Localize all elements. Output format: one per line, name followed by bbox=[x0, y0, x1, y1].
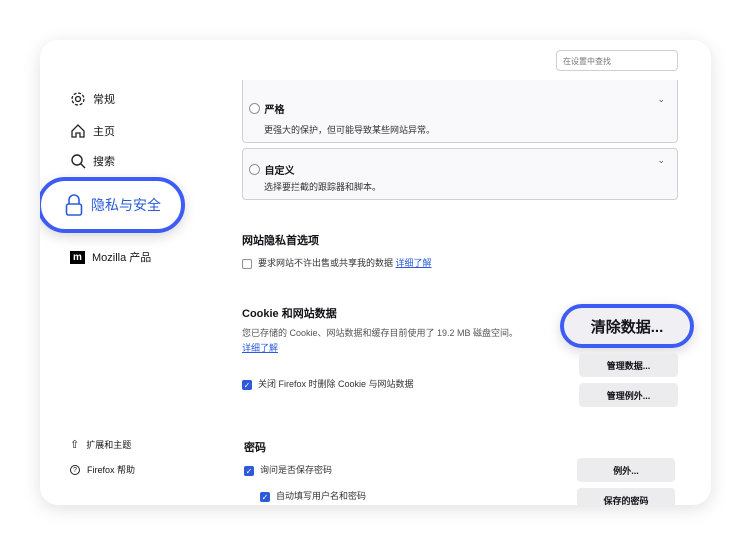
option-desc: 更强大的保护，但可能导致某些网站异常。 bbox=[264, 125, 436, 135]
cookie-usage-text: 您已存储的 Cookie、网站数据和缓存目前使用了 19.2 MB 磁盘空间。 bbox=[242, 328, 519, 338]
sidebar-item-home[interactable]: 主页 bbox=[70, 123, 115, 139]
mozilla-icon: m bbox=[70, 250, 85, 264]
section-heading: 网站隐私首选项 bbox=[242, 235, 319, 247]
gpc-checkbox[interactable] bbox=[242, 258, 252, 269]
delete-on-close-row: ✓ 关闭 Firefox 时删除 Cookie 与网站数据 bbox=[242, 377, 414, 390]
clear-data-button[interactable]: 清除数据... bbox=[560, 304, 694, 348]
sidebar-item-label: Firefox 帮助 bbox=[87, 465, 136, 475]
lock-icon bbox=[65, 194, 83, 216]
tracking-custom-option[interactable]: 自定义 ⌄ 选择要拦截的跟踪器和脚本。 bbox=[242, 148, 678, 200]
checkbox-label: 要求网站不许出售或共享我的数据 bbox=[258, 258, 394, 268]
password-exceptions-button[interactable]: 例外... bbox=[577, 458, 675, 482]
chevron-down-icon[interactable]: ⌄ bbox=[657, 155, 665, 166]
checkbox-label: 自动填写用户名和密码 bbox=[276, 491, 367, 501]
puzzle-icon: ⇧ bbox=[70, 439, 80, 451]
manage-exceptions-button[interactable]: 管理例外... bbox=[579, 383, 678, 407]
autofill-checkbox[interactable]: ✓ bbox=[260, 491, 270, 502]
sidebar-item-privacy[interactable]: 隐私与安全 bbox=[40, 177, 185, 233]
strict-radio[interactable] bbox=[249, 103, 260, 115]
sidebar-item-label: 搜索 bbox=[93, 156, 115, 168]
sidebar-item-search[interactable]: 搜索 bbox=[70, 153, 115, 169]
autofill-row: ✓ 自动填写用户名和密码 bbox=[260, 489, 366, 502]
gear-icon bbox=[71, 92, 85, 106]
section-heading: Cookie 和网站数据 bbox=[242, 308, 337, 320]
gpc-row: 要求网站不许出售或共享我的数据 详细了解 bbox=[242, 256, 432, 269]
sidebar-item-label: 常规 bbox=[93, 94, 115, 106]
home-icon bbox=[71, 124, 85, 138]
help-icon: ? bbox=[70, 464, 80, 475]
search-input[interactable]: 在设置中查找 bbox=[556, 50, 678, 71]
ask-save-checkbox[interactable]: ✓ bbox=[244, 465, 254, 476]
ask-save-row: ✓ 询问是否保存密码 bbox=[244, 463, 332, 476]
option-title: 严格 bbox=[264, 105, 285, 116]
sidebar-item-mozilla[interactable]: m Mozilla 产品 bbox=[70, 249, 151, 265]
tracking-strict-option[interactable]: 严格 ⌄ 更强大的保护，但可能导致某些网站异常。 bbox=[242, 80, 678, 143]
sidebar-item-label: 扩展和主题 bbox=[86, 440, 132, 450]
section-heading: 密码 bbox=[244, 442, 266, 454]
delete-on-close-checkbox[interactable]: ✓ bbox=[242, 379, 252, 390]
sidebar-item-general[interactable]: 常规 bbox=[70, 91, 115, 107]
chevron-down-icon[interactable]: ⌄ bbox=[657, 94, 665, 105]
search-icon bbox=[71, 154, 86, 169]
sidebar-item-label: 隐私与安全 bbox=[91, 197, 161, 213]
option-desc: 选择要拦截的跟踪器和脚本。 bbox=[264, 182, 382, 192]
checkbox-label: 询问是否保存密码 bbox=[260, 465, 333, 475]
sidebar-item-label: Mozilla 产品 bbox=[92, 252, 152, 264]
sidebar-item-label: 主页 bbox=[93, 126, 115, 138]
settings-window: 在设置中查找 常规 主页 搜索 隐私与安全 m Mozilla 产品 ⇧ 扩展和… bbox=[40, 40, 711, 505]
sidebar-item-help[interactable]: ? Firefox 帮助 bbox=[70, 463, 135, 476]
saved-passwords-button[interactable]: 保存的密码 bbox=[577, 488, 675, 505]
learn-more-link[interactable]: 详细了解 bbox=[396, 258, 432, 268]
learn-more-link[interactable]: 详细了解 bbox=[242, 341, 278, 354]
manage-data-button[interactable]: 管理数据... bbox=[579, 353, 678, 377]
option-title: 自定义 bbox=[264, 166, 295, 177]
custom-radio[interactable] bbox=[249, 164, 260, 176]
sidebar-item-addons[interactable]: ⇧ 扩展和主题 bbox=[70, 438, 131, 451]
checkbox-label: 关闭 Firefox 时删除 Cookie 与网站数据 bbox=[258, 379, 414, 389]
